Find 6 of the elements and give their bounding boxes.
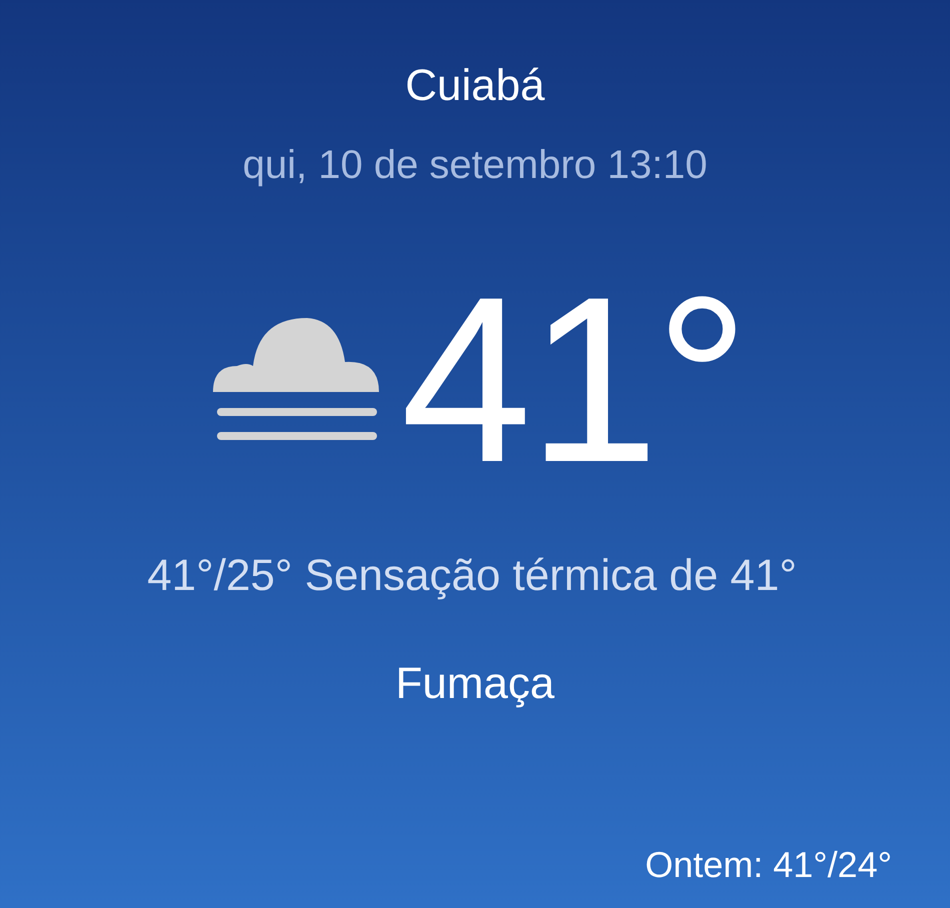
- weather-condition: Fumaça: [396, 658, 554, 710]
- temperature: 41°: [400, 270, 746, 490]
- temperature-range: 41°/25° Sensação térmica de 41°: [147, 550, 797, 602]
- city-name: Cuiabá: [405, 60, 545, 112]
- date-time: qui, 10 de setembro 13:10: [242, 142, 708, 189]
- yesterday-temperatures: Ontem: 41°/24°: [645, 843, 892, 887]
